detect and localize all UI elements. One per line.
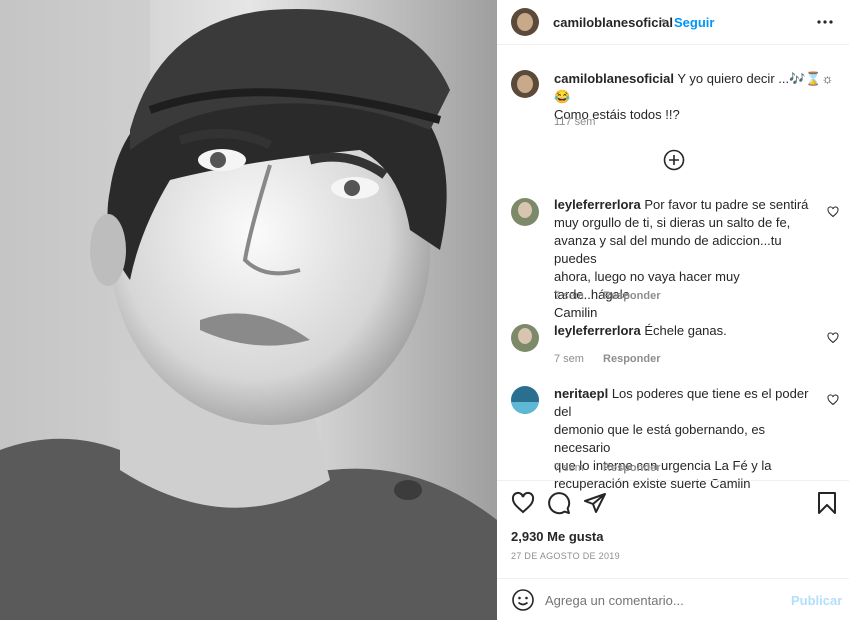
caption-avatar[interactable] bbox=[511, 70, 539, 98]
comment-username[interactable]: leyleferrerlora bbox=[554, 197, 641, 212]
comment-line: muy orgullo de ti, si dieras un salto de… bbox=[554, 215, 791, 230]
publish-button[interactable]: Publicar bbox=[791, 593, 842, 608]
comment-username[interactable]: neritaepl bbox=[554, 386, 608, 401]
comment-line: demonio que le está gobernando, es neces… bbox=[554, 422, 766, 455]
comment-line: Échele ganas. bbox=[644, 323, 727, 338]
post-date[interactable]: 27 DE AGOSTO DE 2019 bbox=[511, 551, 620, 561]
like-comment-heart-icon[interactable] bbox=[827, 205, 839, 218]
save-bookmark-icon[interactable] bbox=[815, 491, 839, 515]
comment-time[interactable]: 7 sem bbox=[554, 353, 584, 365]
commenter-avatar[interactable] bbox=[511, 198, 539, 226]
comment-line: Por favor tu padre se sentirá bbox=[644, 197, 809, 212]
like-comment-heart-icon[interactable] bbox=[827, 331, 839, 344]
reply-button[interactable]: Responder bbox=[603, 290, 660, 302]
post-photo[interactable] bbox=[0, 0, 497, 620]
more-options-icon[interactable] bbox=[817, 14, 833, 30]
share-send-icon[interactable] bbox=[583, 491, 607, 515]
comment-line: avanza y sal del mundo de adiccion...tu … bbox=[554, 233, 782, 266]
comment-time[interactable]: 7 sem bbox=[554, 290, 584, 302]
reply-button[interactable]: Responder bbox=[603, 353, 660, 365]
header-dot-separator: • bbox=[661, 13, 666, 28]
comment-bubble-icon[interactable] bbox=[547, 491, 571, 515]
portrait-image bbox=[0, 0, 497, 620]
caption-username[interactable]: camiloblanesoficial bbox=[554, 71, 674, 86]
comment-text: neritaepl Los poderes que tiene es el po… bbox=[554, 385, 814, 493]
add-comment-bar: Publicar bbox=[497, 578, 849, 621]
load-more-comments-icon[interactable] bbox=[663, 149, 685, 171]
like-comment-heart-icon[interactable] bbox=[827, 393, 839, 406]
comment-meta: 7 sem Responder bbox=[554, 353, 661, 365]
likes-count[interactable]: 2,930 Me gusta bbox=[511, 529, 604, 544]
comment-input[interactable] bbox=[545, 590, 765, 610]
commenter-avatar[interactable] bbox=[511, 386, 539, 414]
reply-button[interactable]: Responder bbox=[603, 462, 660, 474]
comment-meta: 7 sem Responder bbox=[554, 290, 661, 302]
caption-text: camiloblanesoficial Y yo quiero decir ..… bbox=[554, 70, 834, 124]
post-side-panel: camiloblanesoficial • Seguir camiloblane… bbox=[497, 0, 849, 620]
comment-meta: 7 sem Responder bbox=[554, 462, 661, 474]
comment-text: leyleferrerlora Échele ganas. bbox=[554, 322, 814, 340]
comment-line: Camilin bbox=[554, 305, 598, 320]
commenter-avatar[interactable] bbox=[511, 324, 539, 352]
comment-username[interactable]: leyleferrerlora bbox=[554, 323, 641, 338]
emoji-icon[interactable] bbox=[511, 588, 535, 612]
author-username[interactable]: camiloblanesoficial bbox=[553, 15, 673, 30]
post-header: camiloblanesoficial • Seguir bbox=[497, 0, 849, 45]
follow-button[interactable]: Seguir bbox=[674, 15, 714, 30]
author-avatar[interactable] bbox=[511, 8, 539, 36]
comment-time[interactable]: 7 sem bbox=[554, 462, 584, 474]
comment-text: leyleferrerlora Por favor tu padre se se… bbox=[554, 196, 814, 322]
like-heart-icon[interactable] bbox=[511, 491, 535, 515]
caption-time[interactable]: 117 sem bbox=[554, 116, 595, 128]
